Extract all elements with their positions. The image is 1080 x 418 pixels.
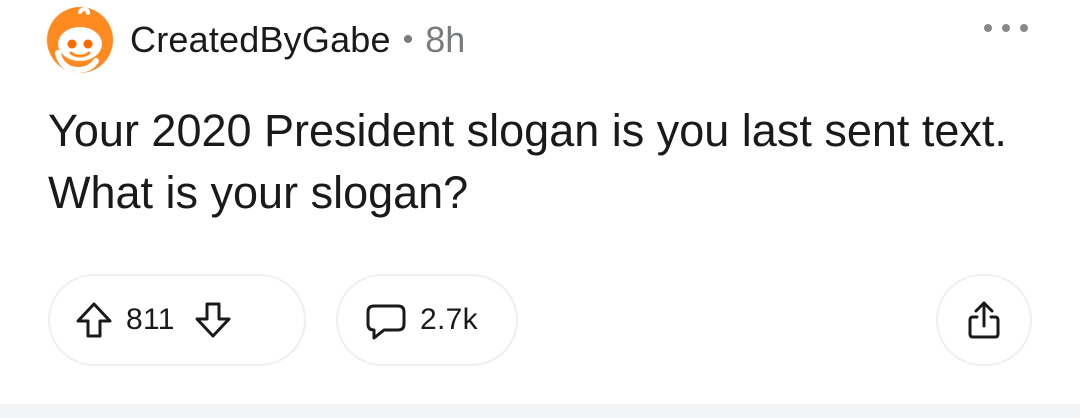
- comment-bubble-icon: [366, 304, 406, 340]
- more-dot-icon: [984, 24, 992, 32]
- post-title[interactable]: Your 2020 President slogan is you last s…: [48, 100, 1008, 224]
- more-dot-icon: [1002, 24, 1010, 32]
- comment-button[interactable]: 2.7k: [336, 274, 518, 366]
- post-divider: [0, 404, 1080, 418]
- share-icon: [968, 301, 1000, 339]
- post-age: 8h: [425, 19, 466, 60]
- downvote-arrow-icon: [195, 302, 231, 338]
- share-button[interactable]: [936, 274, 1032, 366]
- vote-bar: 811: [48, 274, 306, 366]
- vote-count: 811: [126, 303, 175, 336]
- post-header: CreatedByGabe • 8h: [47, 7, 466, 74]
- snoo-avatar-icon: [47, 7, 113, 74]
- author-name[interactable]: CreatedByGabe: [130, 19, 391, 61]
- more-options-button[interactable]: [984, 16, 1028, 40]
- upvote-button[interactable]: [74, 300, 114, 340]
- meta-separator: •: [402, 23, 414, 56]
- comment-count: 2.7k: [420, 303, 478, 336]
- downvote-button[interactable]: [193, 300, 233, 340]
- upvote-arrow-icon: [76, 302, 112, 338]
- more-dot-icon: [1020, 24, 1028, 32]
- avatar[interactable]: [44, 4, 116, 76]
